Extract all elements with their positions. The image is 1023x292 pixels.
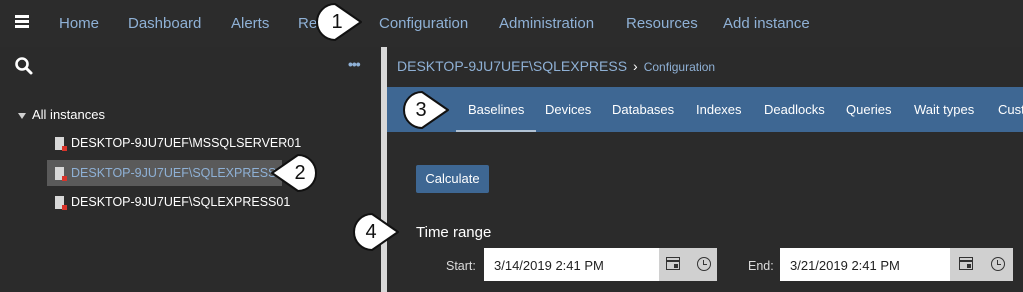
- tab-indexes[interactable]: Indexes: [696, 102, 742, 117]
- nav-configuration[interactable]: Configuration: [379, 15, 468, 32]
- tab-custom[interactable]: Custom: [998, 102, 1023, 117]
- nav-alerts[interactable]: Alerts: [231, 15, 269, 32]
- calendar-icon[interactable]: [959, 257, 973, 270]
- nav-add-instance[interactable]: Add instance: [723, 15, 810, 32]
- collapse-caret-icon[interactable]: [18, 112, 26, 119]
- start-date-value: 3/14/2019 2:41 PM: [494, 258, 604, 273]
- callout-number: 3: [415, 99, 427, 121]
- nav-home[interactable]: Home: [59, 15, 99, 32]
- tree-item-label: DESKTOP-9JU7UEF\MSSQLSERVER01: [71, 136, 302, 150]
- tab-queries[interactable]: Queries: [846, 102, 892, 117]
- tab-wait-types[interactable]: Wait types: [914, 102, 974, 117]
- tab-deadlocks[interactable]: Deadlocks: [764, 102, 825, 117]
- tab-devices[interactable]: Devices: [545, 102, 591, 117]
- tree-item-instance-selected[interactable]: DESKTOP-9JU7UEF\SQLEXPRESS: [47, 160, 283, 186]
- server-instance-icon: [55, 196, 67, 211]
- top-navigation-bar: Home Dashboard Alerts Reports Configurat…: [0, 0, 1023, 47]
- server-instance-icon: [55, 137, 67, 152]
- more-options-icon[interactable]: •••: [348, 56, 361, 72]
- clock-icon[interactable]: [697, 257, 711, 271]
- breadcrumb: DESKTOP-9JU7UEF\SQLEXPRESS › Configuration: [397, 58, 715, 74]
- tab-databases[interactable]: Databases: [612, 102, 674, 117]
- server-instance-icon: [55, 167, 67, 182]
- calendar-icon[interactable]: [666, 257, 680, 270]
- tab-baselines[interactable]: Baselines: [455, 102, 537, 132]
- tree-root-all-instances[interactable]: All instances: [18, 107, 105, 122]
- callout-number: 2: [294, 162, 306, 184]
- nav-resources[interactable]: Resources: [626, 15, 698, 32]
- time-range-title: Time range: [416, 224, 492, 241]
- end-date-field[interactable]: 3/21/2019 2:41 PM: [780, 248, 1013, 281]
- breadcrumb-page: Configuration: [643, 60, 716, 74]
- callout-marker: 4: [352, 212, 399, 252]
- nav-administration[interactable]: Administration: [499, 15, 594, 32]
- end-label: End:: [748, 259, 774, 273]
- hamburger-menu-icon[interactable]: [15, 15, 29, 29]
- clock-icon[interactable]: [991, 257, 1005, 271]
- tree-item-label: DESKTOP-9JU7UEF\SQLEXPRESS: [71, 166, 277, 180]
- callout-marker: 3: [402, 90, 449, 130]
- tab-bar: Baselines Devices Databases Indexes Dead…: [387, 87, 1023, 132]
- callout-marker: 1: [315, 2, 362, 42]
- chevron-right-icon: ›: [633, 58, 638, 74]
- tree-item-instance[interactable]: DESKTOP-9JU7UEF\SQLEXPRESS01: [47, 189, 296, 215]
- end-date-value: 3/21/2019 2:41 PM: [790, 258, 900, 273]
- breadcrumb-instance[interactable]: DESKTOP-9JU7UEF\SQLEXPRESS: [397, 58, 627, 74]
- start-label: Start:: [446, 259, 476, 273]
- end-picker-buttons: [950, 248, 1013, 281]
- nav-dashboard[interactable]: Dashboard: [128, 15, 201, 32]
- start-date-field[interactable]: 3/14/2019 2:41 PM: [484, 248, 717, 281]
- callout-number: 1: [331, 11, 343, 33]
- search-icon[interactable]: [14, 56, 34, 76]
- start-picker-buttons: [659, 248, 717, 281]
- callout-marker: 2: [271, 153, 318, 193]
- tree-root-label: All instances: [32, 107, 105, 122]
- calculate-button[interactable]: Calculate: [416, 165, 489, 193]
- tree-item-instance[interactable]: DESKTOP-9JU7UEF\MSSQLSERVER01: [47, 130, 307, 156]
- callout-number: 4: [365, 221, 377, 243]
- tree-item-label: DESKTOP-9JU7UEF\SQLEXPRESS01: [71, 195, 291, 209]
